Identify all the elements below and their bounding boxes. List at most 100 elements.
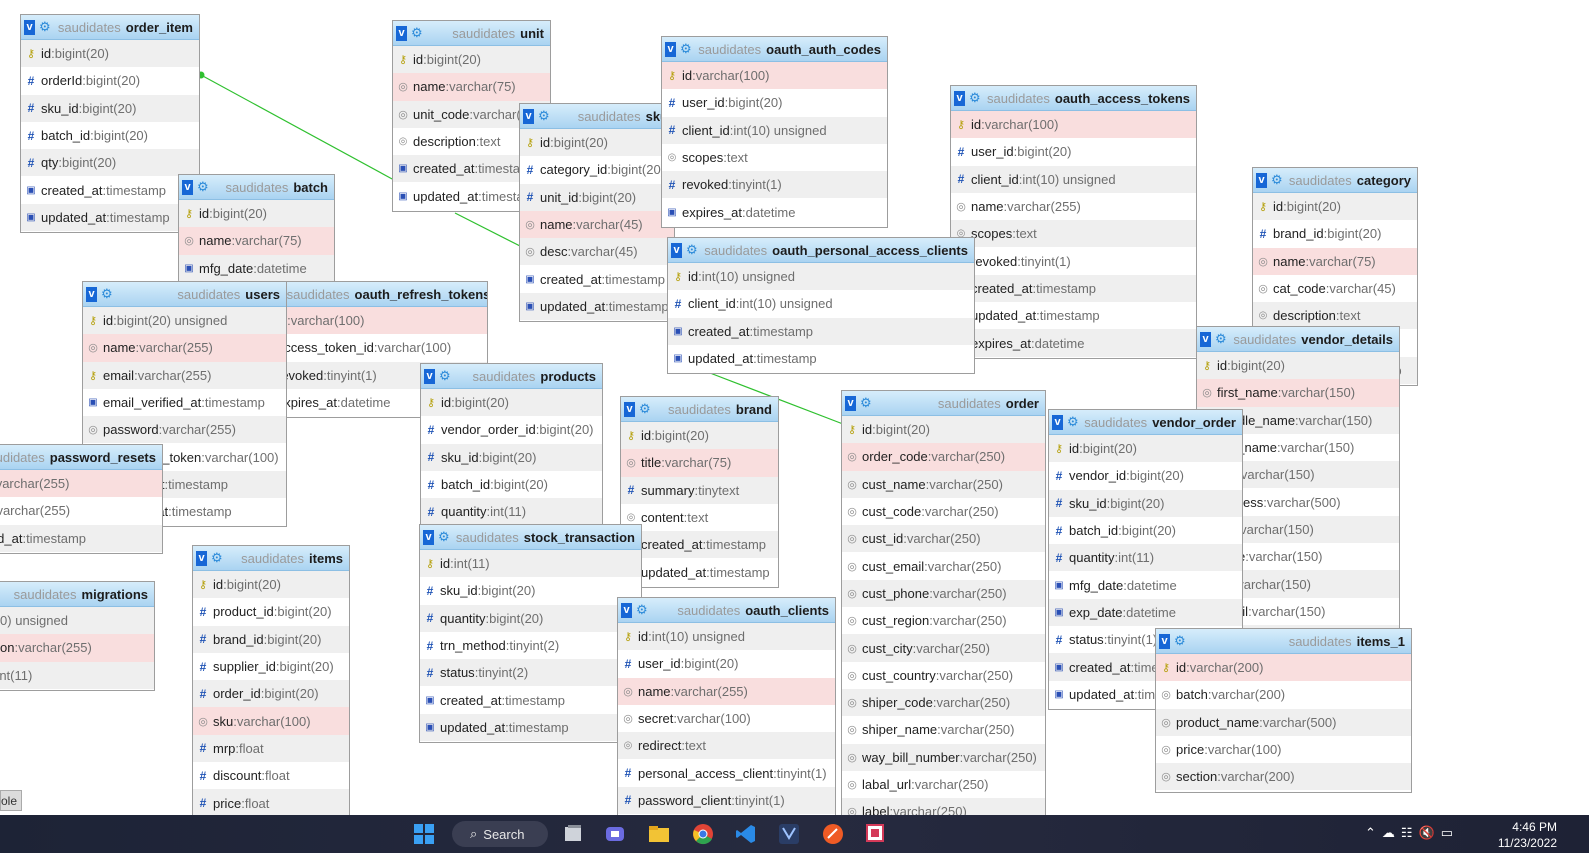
table-header[interactable]: v ⚙ saudidates items_1 <box>1156 629 1411 654</box>
windows-start-icon[interactable] <box>413 823 435 845</box>
gear-icon[interactable]: ⚙ <box>411 25 423 41</box>
column-row[interactable]: ▣created_at : timestamp <box>420 686 641 713</box>
gear-icon[interactable]: ⚙ <box>686 242 698 258</box>
column-row[interactable]: #revoked : tinyint(1) <box>951 247 1196 274</box>
column-row[interactable]: ⚷id : int(10) unsigned <box>618 623 835 651</box>
column-row[interactable]: ◎ name : varchar(45) <box>520 210 674 239</box>
column-row[interactable]: ▣created_at : timestamp <box>621 531 778 559</box>
gear-icon[interactable]: ⚙ <box>197 179 209 195</box>
column-row[interactable]: ◎ password : varchar(255) <box>83 416 286 444</box>
column-row[interactable]: ◎ name : varchar(255) <box>951 193 1196 220</box>
table-header[interactable]: v ⚙ saudidates unit <box>393 21 550 46</box>
column-row[interactable]: # unit_id : bigint(20) <box>520 183 674 211</box>
column-row[interactable]: ◎ cust_phone : varchar(250) <box>842 579 1045 608</box>
vscode-icon[interactable] <box>735 823 757 845</box>
column-row[interactable]: # order_id : bigint(20) <box>193 680 349 708</box>
gear-icon[interactable]: ⚙ <box>1271 172 1283 188</box>
column-row[interactable]: ◎ cust_code : varchar(250) <box>842 498 1045 525</box>
gear-icon[interactable]: ⚙ <box>101 286 113 302</box>
column-row[interactable]: # price : float <box>193 789 349 815</box>
column-row[interactable]: # discount : float <box>193 762 349 789</box>
column-row[interactable]: ◎ redirect : text <box>618 732 835 760</box>
table-header[interactable]: v ⚙ saudidates oauth_clients <box>618 598 835 623</box>
column-row[interactable]: ◎ content : text <box>621 504 778 531</box>
workbench-icon[interactable] <box>778 823 800 845</box>
column-row[interactable]: # quantity : int(11) <box>421 498 602 526</box>
column-row[interactable]: # quantity : int(11) <box>1049 544 1242 572</box>
table-items[interactable]: v ⚙ saudidates items ⚷ id : bigint(20) # produc… <box>192 545 350 815</box>
column-row[interactable]: ◎ cat_code : varchar(45) <box>1253 275 1417 302</box>
toggle-columns-button[interactable]: v <box>523 108 534 124</box>
column-row[interactable]: ⚷email : varchar(255) <box>0 470 162 498</box>
column-row[interactable]: ◎ order_code : varchar(250) <box>842 443 1045 471</box>
column-row[interactable]: ▣created_at : timestamp <box>668 317 974 345</box>
role-tab[interactable]: ole <box>0 790 22 811</box>
gear-icon[interactable]: ⚙ <box>1174 633 1186 649</box>
table-header[interactable]: v ⚙ saudidates oauth_access_tokens <box>951 86 1196 111</box>
table-header[interactable]: v ⚙ saudidates users <box>83 282 286 307</box>
gear-icon[interactable]: ⚙ <box>680 41 692 57</box>
table-password-resets[interactable]: v⚙saudidatespassword_resets⚷email : varc… <box>0 444 163 554</box>
chevron-up-icon[interactable]: ⌃ <box>1365 825 1382 840</box>
table-stock-transaction[interactable]: v ⚙ saudidates stock_transaction ⚷ id : int(1… <box>419 524 642 744</box>
table-brand[interactable]: v ⚙ saudidates brand ⚷ id : bigint(20) ◎ title … <box>620 396 779 588</box>
column-row[interactable]: ◎access_token_id : varchar(100) <box>257 334 487 361</box>
column-row[interactable]: ⚷ id : bigint(20) <box>193 571 349 599</box>
column-row[interactable]: ▣updated_at : timestamp <box>520 292 674 321</box>
table-items-1[interactable]: v ⚙ saudidates items_1 ⚷ id : varchar(200) ◎ ba… <box>1155 628 1412 793</box>
column-row[interactable]: ◎ product_name : varchar(500) <box>1156 708 1411 736</box>
toggle-columns-button[interactable]: v <box>665 41 676 57</box>
table-migrations[interactable]: v⚙saudidatesmigrations⚷id : int(10) unsi… <box>0 581 155 691</box>
column-row[interactable]: ◎ cust_email : varchar(250) <box>842 552 1045 579</box>
column-row[interactable]: ▣updated_at : timestamp <box>420 713 641 742</box>
wifi-icon[interactable]: ☷ <box>1401 825 1419 840</box>
column-row[interactable]: ◎ first_name : varchar(150) <box>1197 379 1399 407</box>
column-row[interactable]: # vendor_id : bigint(20) <box>1049 462 1242 489</box>
column-row[interactable]: # summary : tinytext <box>621 476 778 504</box>
task-view-icon[interactable] <box>562 823 584 845</box>
toggle-columns-button[interactable]: v <box>424 368 435 384</box>
column-row[interactable]: #revoked : tinyint(1) <box>662 171 887 199</box>
column-row[interactable]: ⚷ id : bigint(20) <box>1197 352 1399 380</box>
column-row[interactable]: # mrp : float <box>193 734 349 763</box>
column-row[interactable]: # brand_id : bigint(20) <box>1253 220 1417 247</box>
snipping-tool-icon[interactable] <box>865 823 887 845</box>
toggle-columns-button[interactable]: v <box>1256 172 1267 188</box>
file-explorer-icon[interactable] <box>648 823 670 845</box>
column-row[interactable]: # personal_access_client : tinyint(1) <box>618 759 835 786</box>
column-row[interactable]: ◎ sku : varchar(100) <box>193 707 349 735</box>
column-row[interactable]: ⚷ id : int(11) <box>420 550 641 578</box>
gear-icon[interactable]: ⚙ <box>538 108 550 124</box>
column-row[interactable]: ▣created_at : timestamp <box>951 274 1196 303</box>
toggle-columns-button[interactable]: v <box>1159 633 1170 649</box>
table-header[interactable]: v ⚙ saudidates stock_transaction <box>420 525 641 550</box>
column-row[interactable]: # sku_id : bigint(20) <box>420 577 641 604</box>
column-row[interactable]: ◎ batch : varchar(200) <box>1156 681 1411 708</box>
column-row[interactable]: ▣ mfg_date : datetime <box>179 254 334 282</box>
table-header[interactable]: v ⚙ saudidates oauth_personal_access_client… <box>668 238 974 263</box>
column-row[interactable]: # vendor_order_id : bigint(20) <box>421 416 602 443</box>
table-header[interactable]: v ⚙ saudidates vendor_order <box>1049 410 1242 435</box>
column-row[interactable]: ▣ email_verified_at : timestamp <box>83 389 286 416</box>
column-row[interactable]: ◎token : varchar(255) <box>0 497 162 524</box>
column-row[interactable]: ◎ desc : varchar(45) <box>520 238 674 266</box>
taskbar-clock[interactable]: 4:46 PM 11/23/2022 <box>1498 819 1557 851</box>
column-row[interactable]: ◎ cust_id : varchar(250) <box>842 525 1045 553</box>
column-row[interactable]: # quantity : bigint(20) <box>420 604 641 632</box>
gear-icon[interactable]: ⚙ <box>860 395 872 411</box>
column-row[interactable]: ⚷id : varchar(100) <box>951 111 1196 139</box>
column-row[interactable]: ⚷ id : varchar(200) <box>1156 654 1411 682</box>
column-row[interactable]: ◎ label : varchar(250) <box>842 798 1045 815</box>
column-row[interactable]: ⚷ id : bigint(20) <box>1253 193 1417 221</box>
column-row[interactable]: ⚷ id : bigint(20) <box>393 46 550 74</box>
toggle-columns-button[interactable]: v <box>24 19 35 35</box>
cloud-icon[interactable]: ☁ <box>1382 825 1401 840</box>
column-row[interactable]: ◎ scopes : text <box>951 220 1196 248</box>
column-row[interactable]: ▣created_at : timestamp <box>520 265 674 292</box>
gear-icon[interactable]: ⚙ <box>639 401 651 417</box>
table-header[interactable]: v ⚙ saudidates brand <box>621 397 778 422</box>
column-row[interactable]: ⚷id : int(10) unsigned <box>0 607 154 635</box>
table-products[interactable]: v ⚙ saudidates products ⚷ id : bigint(20) # ven… <box>420 363 603 528</box>
column-row[interactable]: ⚷ id : bigint(20) <box>621 422 778 450</box>
column-row[interactable]: ◎ cust_region : varchar(250) <box>842 607 1045 634</box>
